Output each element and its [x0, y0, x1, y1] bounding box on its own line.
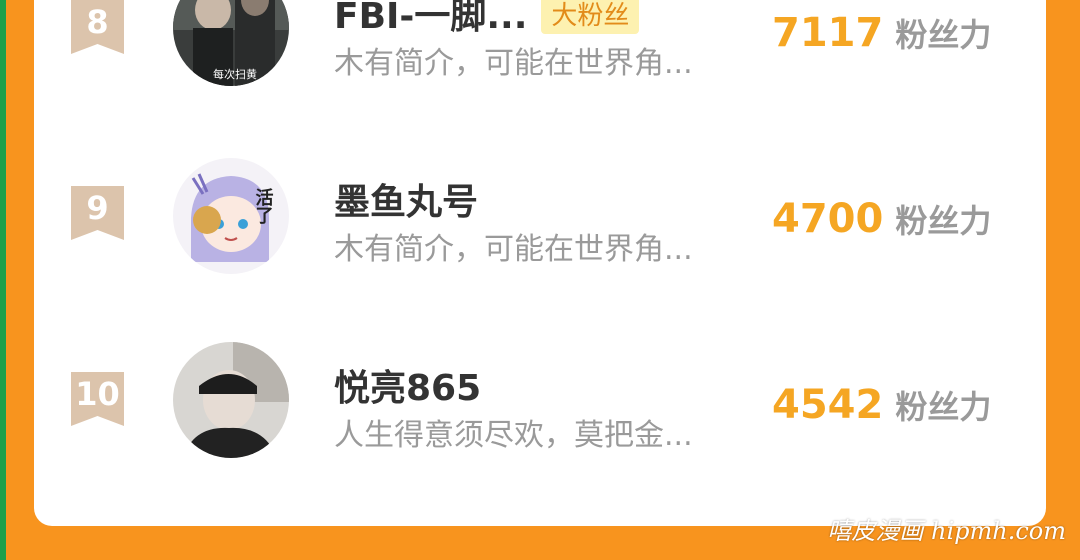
ranking-row[interactable]: 10 悦亮865 人生得意须尽欢，莫把金... 4542 粉丝力: [34, 332, 1046, 472]
rank-ribbon-icon: 10: [71, 372, 124, 426]
rank-ribbon-icon: 8: [71, 0, 124, 54]
fan-power-value: 7117: [772, 10, 884, 56]
user-name-line: 墨鱼丸号: [334, 174, 478, 224]
rank-number: 9: [86, 189, 109, 227]
user-bio: 木有简介，可能在世界角...: [334, 232, 693, 267]
avatar-caption: 每次扫黄: [213, 67, 257, 81]
fan-power-value: 4542: [772, 382, 884, 428]
user-name-line: FBI-一脚... 大粉丝: [334, 0, 640, 39]
user-name[interactable]: 悦亮865: [334, 359, 481, 411]
avatar-caption: 活了: [253, 187, 274, 225]
avatar[interactable]: [173, 342, 289, 458]
rank-number: 10: [75, 375, 120, 413]
user-bio: 人生得意须尽欢，莫把金...: [334, 418, 693, 453]
user-bio: 木有简介，可能在世界角...: [334, 46, 693, 81]
fan-ranking-card: 8 每次扫黄 FBI-一脚... 大粉丝 木有简介，可能在世界角... 7117…: [34, 0, 1046, 526]
rank-ribbon-icon: 9: [71, 186, 124, 240]
fan-power-label: 粉丝力: [895, 16, 992, 54]
avatar[interactable]: 活了: [173, 158, 289, 274]
ranking-row[interactable]: 9 活了 墨鱼丸号 木有简介，可能在世界角... 4700 粉丝力: [34, 146, 1046, 286]
fan-power: 4700 粉丝力: [772, 196, 992, 242]
fan-level-badge: 大粉丝: [541, 0, 640, 34]
fan-power-value: 4700: [772, 196, 884, 242]
fan-power: 7117 粉丝力: [772, 10, 992, 56]
ranking-row[interactable]: 8 每次扫黄 FBI-一脚... 大粉丝 木有简介，可能在世界角... 7117…: [34, 0, 1046, 110]
user-name[interactable]: FBI-一脚...: [334, 0, 527, 39]
user-name[interactable]: 墨鱼丸号: [334, 173, 478, 225]
left-edge-strip: [0, 0, 6, 560]
fan-power-label: 粉丝力: [895, 388, 992, 426]
site-watermark: 嘻皮漫画 hipmh.com: [827, 517, 1066, 545]
user-name-line: 悦亮865: [334, 360, 481, 410]
rank-number: 8: [86, 3, 109, 41]
fan-power: 4542 粉丝力: [772, 382, 992, 428]
avatar[interactable]: 每次扫黄: [173, 0, 289, 86]
fan-power-label: 粉丝力: [895, 202, 992, 240]
